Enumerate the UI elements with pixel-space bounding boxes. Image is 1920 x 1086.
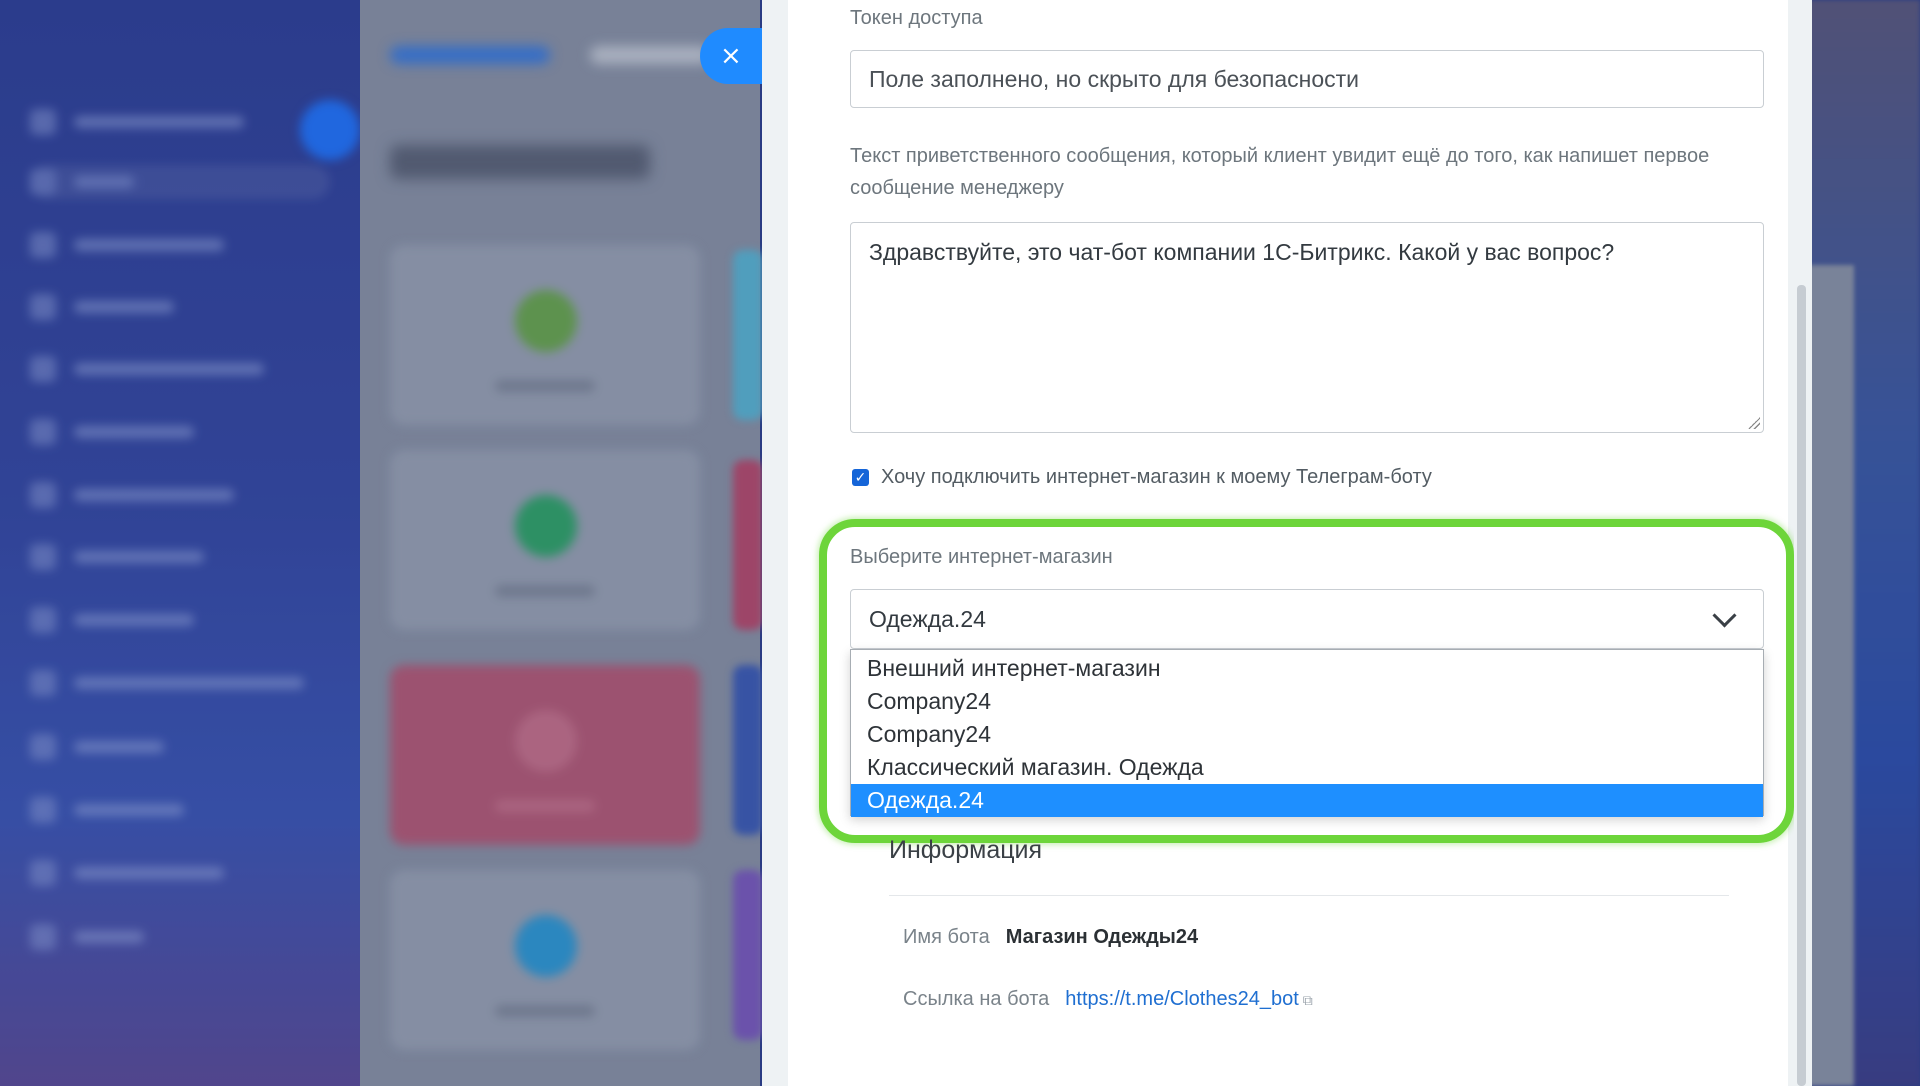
welcome-label-line2: сообщение менеджеру	[850, 177, 1064, 199]
chevron-down-icon	[1712, 602, 1737, 628]
bg-sidebar-item	[30, 352, 330, 386]
bg-sidebar-item	[30, 105, 330, 139]
bot-link-label: Ссылка на бота	[903, 988, 1050, 1010]
connect-shop-checkbox-row[interactable]: ✓ Хочу подключить интернет-магазин к мое…	[852, 466, 1432, 489]
bg-sidebar-item	[30, 165, 330, 199]
welcome-message-textarea[interactable]: Здравствуйте, это чат-бот компании 1С-Би…	[850, 222, 1764, 433]
bg-strip	[733, 250, 763, 420]
bg-tabbar	[390, 40, 720, 70]
access-token-value: Поле заполнено, но скрыто для безопаснос…	[869, 65, 1359, 92]
info-section-title: Информация	[889, 836, 1043, 864]
shop-option-selected[interactable]: Одежда.24	[851, 784, 1763, 817]
welcome-message-label: Текст приветственного сообщения, который…	[850, 140, 1709, 204]
bg-strip	[733, 460, 763, 630]
bg-strip	[733, 870, 763, 1040]
shop-option[interactable]: Классический магазин. Одежда	[851, 751, 1763, 784]
scrollbar-thumb[interactable]	[1797, 285, 1806, 1086]
access-token-input[interactable]: Поле заполнено, но скрыто для безопаснос…	[850, 50, 1764, 108]
bg-sidebar-item	[30, 603, 330, 637]
bot-link-row: Ссылка на бота https://t.me/Clothes24_bo…	[903, 988, 1313, 1011]
settings-form: Токен доступа Поле заполнено, но скрыто …	[788, 0, 1794, 1086]
bg-card	[390, 450, 700, 630]
shop-select-label: Выберите интернет-магазин	[850, 546, 1113, 568]
background-sidebar	[0, 0, 360, 1086]
shop-option[interactable]: Company24	[851, 718, 1763, 751]
welcome-label-line1: Текст приветственного сообщения, который…	[850, 145, 1710, 167]
background-right	[1800, 0, 1920, 1086]
connect-shop-label: Хочу подключить интернет-магазин к моему…	[881, 466, 1432, 488]
bg-sidebar-item	[30, 478, 330, 512]
bg-strip	[733, 665, 763, 835]
external-link-icon: ⧉	[1302, 993, 1313, 1009]
bg-card	[390, 870, 700, 1050]
connect-shop-checkbox[interactable]: ✓	[852, 469, 869, 486]
info-divider	[889, 895, 1729, 896]
bg-sidebar-item	[30, 920, 330, 954]
welcome-message-value: Здравствуйте, это чат-бот компании 1С-Би…	[869, 239, 1615, 265]
bg-card	[390, 245, 700, 425]
bg-sidebar-item	[30, 290, 330, 324]
bg-card	[390, 665, 700, 845]
bot-name-label: Имя бота	[903, 926, 990, 948]
bg-sidebar-item	[30, 730, 330, 764]
shop-select[interactable]: Одежда.24	[850, 589, 1764, 649]
shop-select-dropdown: Внешний интернет-магазин Company24 Compa…	[850, 649, 1764, 817]
close-icon: ×	[720, 41, 742, 71]
shop-option[interactable]: Внешний интернет-магазин	[851, 652, 1763, 685]
bot-name-value: Магазин Одежды24	[1005, 926, 1199, 948]
bg-sidebar-item	[30, 666, 330, 700]
settings-slider: Токен доступа Поле заполнено, но скрыто …	[762, 0, 1812, 1086]
bg-sidebar-item	[30, 540, 330, 574]
resize-handle-icon[interactable]	[1748, 417, 1760, 429]
background-main	[360, 0, 760, 1086]
bg-sidebar-item	[30, 856, 330, 890]
bg-sidebar-item	[30, 415, 330, 449]
bot-link[interactable]: https://t.me/Clothes24_bot	[1065, 988, 1298, 1010]
bg-sidebar-item	[30, 793, 330, 827]
bg-page-title	[390, 145, 650, 179]
bg-badge	[300, 100, 360, 160]
shop-option[interactable]: Company24	[851, 685, 1763, 718]
bot-name-row: Имя бота Магазин Одежды24	[903, 926, 1198, 949]
access-token-label: Токен доступа	[850, 7, 983, 29]
bg-sidebar-item	[30, 228, 330, 262]
shop-select-value: Одежда.24	[869, 605, 986, 632]
